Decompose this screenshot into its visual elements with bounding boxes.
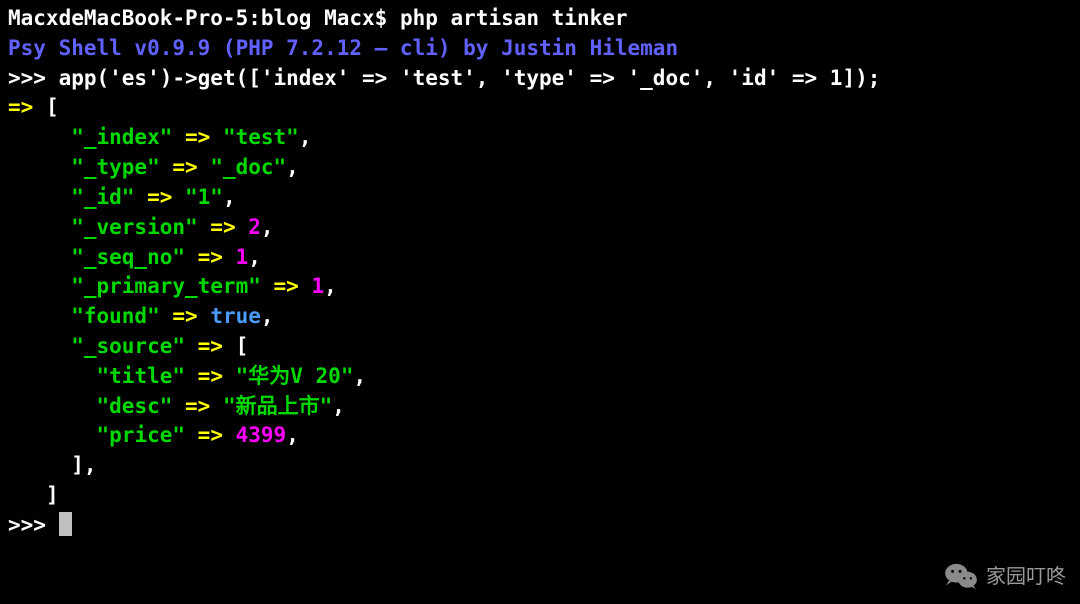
cursor-block xyxy=(59,512,72,536)
result-close: ] xyxy=(8,481,1072,511)
terminal-output: MacxdeMacBook-Pro-5:blog Macx$ php artis… xyxy=(0,0,1080,545)
kv-version: "_version" => 2, xyxy=(8,213,1072,243)
kv-found: "found" => true, xyxy=(8,302,1072,332)
psy-shell-banner: Psy Shell v0.9.9 (PHP 7.2.12 — cli) by J… xyxy=(8,34,1072,64)
repl-input-line: >>> app('es')->get(['index' => 'test', '… xyxy=(8,64,1072,94)
kv-title: "title" => "华为V 20", xyxy=(8,362,1072,392)
shell-prompt: MacxdeMacBook-Pro-5:blog Macx$ xyxy=(8,6,400,30)
source-close: ], xyxy=(8,451,1072,481)
result-open: => [ xyxy=(8,93,1072,123)
kv-price: "price" => 4399, xyxy=(8,421,1072,451)
watermark: 家园叮咚 xyxy=(944,562,1066,590)
kv-source-open: "_source" => [ xyxy=(8,332,1072,362)
repl-prompt: >>> xyxy=(8,66,59,90)
kv-seq-no: "_seq_no" => 1, xyxy=(8,243,1072,273)
kv-type: "_type" => "_doc", xyxy=(8,153,1072,183)
wechat-icon xyxy=(944,562,978,590)
shell-prompt-line: MacxdeMacBook-Pro-5:blog Macx$ php artis… xyxy=(8,4,1072,34)
shell-command: php artisan tinker xyxy=(400,6,628,30)
watermark-text: 家园叮咚 xyxy=(986,562,1066,590)
kv-desc: "desc" => "新品上市", xyxy=(8,392,1072,422)
kv-primary-term: "_primary_term" => 1, xyxy=(8,272,1072,302)
kv-index: "_index" => "test", xyxy=(8,123,1072,153)
repl-next-prompt[interactable]: >>> xyxy=(8,511,1072,541)
kv-id: "_id" => "1", xyxy=(8,183,1072,213)
repl-command: app('es')->get(['index' => 'test', 'type… xyxy=(59,66,881,90)
